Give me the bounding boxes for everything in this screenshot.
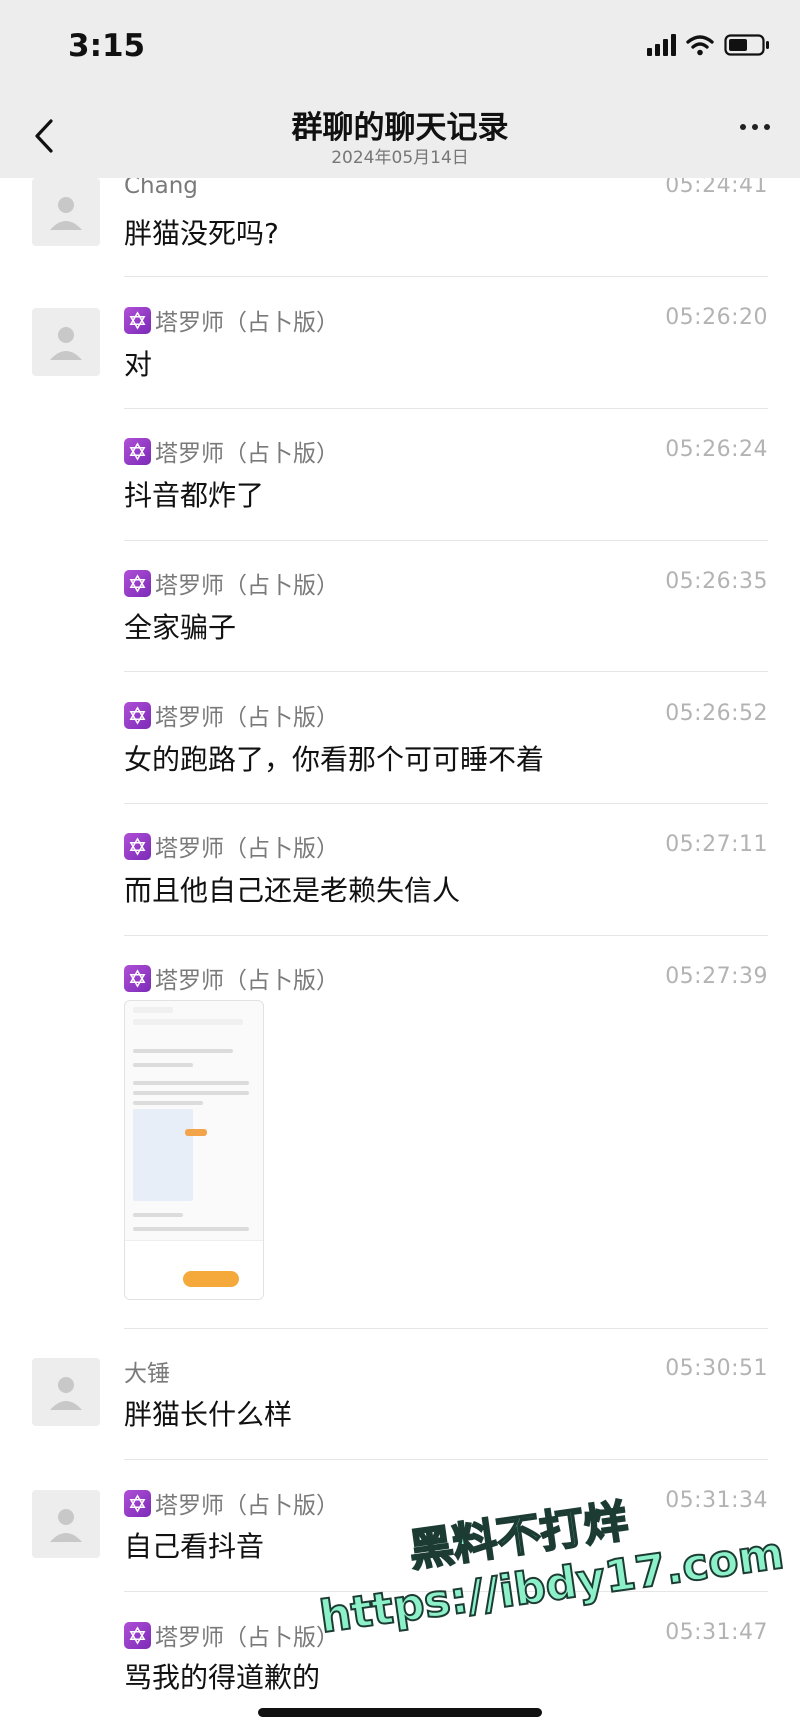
tarot-badge-icon <box>124 569 151 597</box>
message-time: 05:26:52 <box>665 701 768 726</box>
divider <box>124 1459 768 1460</box>
message-time: 05:27:39 <box>665 964 768 989</box>
divider <box>124 1591 768 1592</box>
divider <box>124 408 768 409</box>
battery-icon <box>724 34 770 56</box>
message-text: 抖音都炸了 <box>124 479 265 512</box>
message-time: 05:31:34 <box>665 1488 768 1513</box>
message-text: 胖猫长什么样 <box>124 1398 293 1431</box>
sender-name: 塔罗师（占卜版） <box>124 303 339 337</box>
divider <box>124 1328 768 1329</box>
avatar[interactable] <box>32 1358 100 1426</box>
sender-name: 塔罗师（占卜版） <box>124 566 339 600</box>
message-text: 胖猫没死吗? <box>124 217 279 250</box>
message-text: 自己看抖音 <box>124 1530 265 1563</box>
message-time: 05:26:35 <box>665 569 768 594</box>
tarot-badge-icon <box>124 1621 151 1649</box>
avatar[interactable] <box>32 308 100 376</box>
sender-name: 塔罗师（占卜版） <box>124 1618 339 1652</box>
watermark-text: 黑料不打烊 <box>405 1495 632 1578</box>
image-thumbnail[interactable] <box>124 1000 264 1300</box>
avatar[interactable] <box>32 1490 100 1558</box>
message-text: 而且他自己还是老赖失信人 <box>124 874 461 907</box>
sender-name: 塔罗师（占卜版） <box>124 698 339 732</box>
avatar-icon <box>50 1509 82 1542</box>
message-text: 全家骗子 <box>124 611 237 644</box>
more-icon <box>740 124 746 130</box>
tarot-badge-icon <box>124 1489 151 1517</box>
wifi-icon <box>686 34 714 56</box>
tarot-badge-icon <box>124 832 151 860</box>
divider <box>124 935 768 936</box>
sender-name: 塔罗师（占卜版） <box>124 1486 339 1520</box>
status-icons <box>647 34 770 56</box>
avatar-icon <box>50 1377 82 1410</box>
divider <box>124 671 768 672</box>
avatar-icon <box>50 197 82 230</box>
signal-icon <box>647 34 676 56</box>
more-button[interactable] <box>740 124 770 130</box>
tarot-badge-icon <box>124 964 151 992</box>
status-time: 3:15 <box>68 28 146 64</box>
home-indicator <box>258 1708 542 1717</box>
message-time: 05:27:11 <box>665 832 768 857</box>
sender-name: 塔罗师（占卜版） <box>124 961 339 995</box>
page-title: 群聊的聊天记录 <box>291 110 509 146</box>
tarot-badge-icon <box>124 701 151 729</box>
message-text: 对 <box>124 348 153 381</box>
sender-name: 塔罗师（占卜版） <box>124 829 339 863</box>
message-time: 05:26:24 <box>665 437 768 462</box>
message-time: 05:30:51 <box>665 1356 768 1381</box>
divider <box>124 276 768 277</box>
message-time: 05:26:20 <box>665 305 768 330</box>
header: 3:15 群聊的聊天记录 2024年05月14日 <box>0 0 800 178</box>
sender-name: 塔罗师（占卜版） <box>124 434 339 468</box>
page-subtitle-date: 2024年05月14日 <box>331 148 469 168</box>
message-time: 05:31:47 <box>665 1620 768 1645</box>
message-text: 骂我的得道歉的 <box>124 1661 321 1694</box>
tarot-badge-icon <box>124 306 151 334</box>
message-text: 女的跑路了，你看那个可可睡不着 <box>124 743 545 776</box>
sender-name: 大锤 <box>124 1361 170 1387</box>
divider <box>124 540 768 541</box>
divider <box>124 803 768 804</box>
tarot-badge-icon <box>124 437 151 465</box>
avatar[interactable] <box>32 178 100 246</box>
avatar-icon <box>50 327 82 360</box>
